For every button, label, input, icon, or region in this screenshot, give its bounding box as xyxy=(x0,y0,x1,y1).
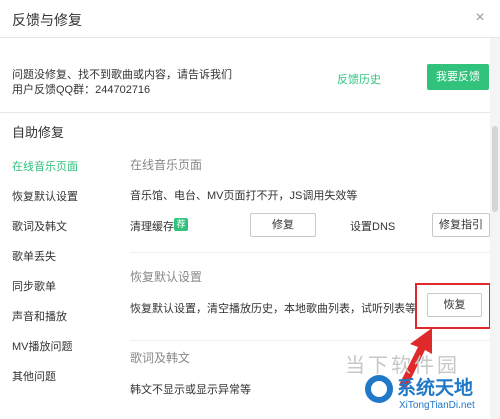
watermark: 当下软件园 系统天地 XiTongTianDi.net xyxy=(305,345,500,419)
watermark-url: XiTongTianDi.net xyxy=(399,400,475,411)
watermark-logo-inner xyxy=(371,381,387,397)
watermark-name: 系统天地 xyxy=(397,378,474,399)
